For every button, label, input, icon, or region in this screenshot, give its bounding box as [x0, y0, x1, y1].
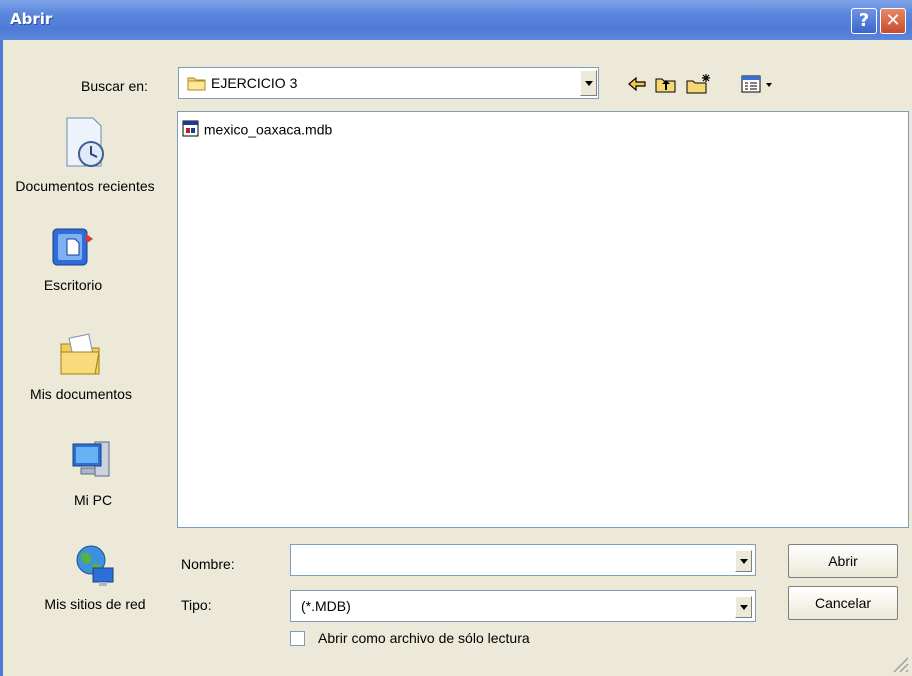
list-item[interactable]: mexico_oaxaca.mdb — [182, 120, 332, 138]
place-label: Escritorio — [43, 277, 103, 293]
access-database-icon — [182, 120, 199, 137]
place-my-computer[interactable]: Mi PC — [8, 438, 178, 510]
place-my-documents[interactable]: Mis documentos — [0, 332, 166, 404]
new-folder-icon[interactable] — [685, 73, 713, 95]
place-label: Mis documentos — [30, 386, 132, 402]
close-button[interactable]: ✕ — [880, 8, 906, 34]
file-name: mexico_oaxaca.mdb — [203, 121, 333, 138]
cancel-button[interactable]: Cancelar — [788, 586, 898, 620]
up-folder-icon[interactable] — [654, 73, 678, 95]
view-menu-icon[interactable] — [740, 73, 778, 95]
lookin-dropdown-button[interactable] — [580, 70, 597, 96]
place-label: Mis sitios de red — [44, 596, 146, 612]
network-places-icon — [76, 545, 114, 586]
filename-label: Nombre: — [181, 556, 235, 572]
place-desktop[interactable]: Escritorio — [0, 225, 158, 295]
filename-input[interactable] — [290, 544, 756, 576]
place-recent-documents[interactable]: Documentos recientes — [0, 116, 170, 196]
lookin-combo[interactable]: EJERCICIO 3 — [178, 67, 599, 99]
filetype-value: (*.MDB) — [301, 598, 351, 614]
lookin-label: Buscar en: — [81, 78, 148, 94]
recent-documents-icon — [66, 117, 104, 167]
file-list[interactable]: mexico_oaxaca.mdb — [177, 111, 909, 528]
help-button[interactable]: ? — [851, 8, 877, 34]
filetype-label: Tipo: — [181, 597, 212, 613]
open-button[interactable]: Abrir — [788, 544, 898, 578]
back-icon[interactable] — [625, 73, 649, 95]
filetype-dropdown-button[interactable] — [735, 596, 752, 618]
place-label: Documentos recientes — [15, 178, 155, 194]
my-computer-icon — [72, 441, 110, 477]
resize-grip-icon[interactable] — [888, 652, 910, 674]
filetype-select[interactable]: (*.MDB) — [290, 590, 756, 622]
readonly-checkbox[interactable] — [290, 631, 305, 646]
title-bar[interactable] — [0, 0, 912, 40]
window-title: Abrir — [10, 10, 53, 28]
readonly-label: Abrir como archivo de sólo lectura — [318, 630, 530, 646]
filename-dropdown-button[interactable] — [735, 550, 752, 572]
desktop-icon — [52, 228, 93, 266]
place-network[interactable]: Mis sitios de red — [10, 542, 180, 614]
my-documents-icon — [60, 333, 100, 375]
lookin-value: EJERCICIO 3 — [211, 75, 298, 91]
folder-icon — [187, 77, 206, 91]
place-label: Mi PC — [73, 492, 113, 508]
